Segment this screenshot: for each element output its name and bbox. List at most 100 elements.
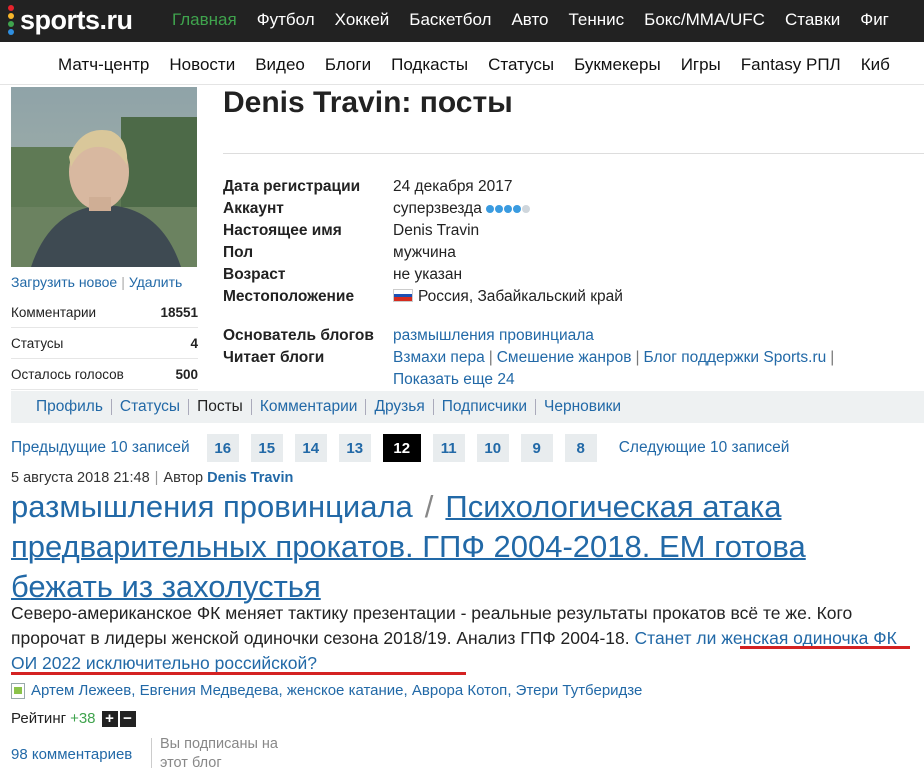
separator: | — [635, 349, 640, 366]
red-underline-annotation — [740, 646, 910, 649]
prev-page-link[interactable]: Предыдущие 10 записей — [11, 439, 190, 457]
sub-nav-item[interactable]: Fantasy РПЛ — [741, 55, 841, 75]
sub-nav-item[interactable]: Блоги — [325, 55, 371, 75]
post-blog-link[interactable]: размышления провинциала — [11, 489, 413, 524]
profile-tab[interactable]: Друзья — [366, 399, 434, 415]
rating-label: Рейтинг — [11, 710, 67, 727]
post-date: 5 августа 2018 21:48 — [11, 470, 150, 486]
sub-nav-item[interactable]: Подкасты — [391, 55, 468, 75]
main-nav-item[interactable]: Авто — [511, 10, 548, 30]
tag-separator: , — [131, 682, 140, 699]
profile-tab[interactable]: Профиль — [11, 399, 112, 415]
profile-tab[interactable]: Статусы — [112, 399, 190, 415]
page-button[interactable]: 11 — [432, 434, 465, 462]
page-button[interactable]: 12 — [382, 434, 421, 462]
read-blog-link[interactable]: Взмахи пера — [393, 349, 485, 366]
sub-nav-item[interactable]: Букмекеры — [574, 55, 661, 75]
level-dot-icon — [522, 205, 531, 213]
vote-down-button[interactable]: − — [119, 710, 136, 727]
profile-tab[interactable]: Комментарии — [252, 399, 367, 415]
profile-tab[interactable]: Черновики — [536, 399, 629, 415]
level-dot-icon — [486, 205, 495, 213]
page-button[interactable]: 9 — [520, 434, 553, 462]
tag-separator: , — [403, 682, 412, 699]
site-logo[interactable]: sports.ru — [8, 4, 133, 36]
subscribed-status: Вы подписаны на этот блог — [160, 736, 278, 771]
red-underline-annotation — [11, 672, 466, 675]
stat-row: Статусы 4 — [11, 328, 198, 359]
sub-nav-item[interactable]: Киб — [861, 55, 890, 75]
info-value: 24 декабря 2017 — [393, 178, 513, 195]
main-nav-item[interactable]: Баскетбол — [409, 10, 491, 30]
tag-link[interactable]: Этери Тутберидзе — [516, 682, 643, 699]
post-lead: Северо-американское ФК меняет тактику пр… — [11, 601, 916, 676]
info-label: Возраст — [223, 266, 286, 284]
tag-link[interactable]: Евгения Медведева — [140, 682, 279, 699]
blogs-label: Читает блоги — [223, 349, 325, 366]
divider — [223, 153, 924, 154]
info-label: Пол — [223, 244, 254, 262]
post-meta: 5 августа 2018 21:48 | Автор Denis Travin — [11, 470, 294, 486]
divider — [151, 738, 152, 768]
logo-text: sports.ru — [20, 4, 133, 35]
rating-value: +38 — [70, 710, 96, 727]
page-button[interactable]: 13 — [338, 434, 371, 462]
profile-tab[interactable]: Подписчики — [434, 399, 536, 415]
stat-label: Комментарии — [11, 304, 97, 320]
read-blog-link[interactable]: Блог поддержки Sports.ru — [643, 349, 826, 366]
page-title: Denis Travin: посты — [223, 86, 513, 119]
main-nav-item[interactable]: Теннис — [569, 10, 625, 30]
author-link[interactable]: Denis Travin — [207, 470, 293, 486]
founder-blog-link[interactable]: размышления провинциала — [393, 327, 594, 344]
main-nav-item[interactable]: Хоккей — [335, 10, 390, 30]
title-separator: / — [424, 489, 434, 524]
upload-new-link[interactable]: Загрузить новое — [11, 274, 117, 290]
info-label: Аккаунт — [223, 200, 284, 217]
stat-label: Статусы — [11, 335, 64, 351]
main-nav-item[interactable]: Фиг — [860, 10, 889, 30]
blogs-label: Основатель блогов — [223, 327, 374, 344]
separator: | — [488, 349, 493, 366]
page-button[interactable]: 15 — [250, 434, 283, 462]
page-button[interactable]: 16 — [206, 434, 239, 462]
blogs-founder-row: Основатель блогов размышления провинциал… — [223, 325, 923, 347]
sub-nav-item[interactable]: Новости — [169, 55, 235, 75]
info-row-registration: Дата регистрации 24 декабря 2017 — [223, 176, 923, 198]
next-page-link[interactable]: Следующие 10 записей — [619, 439, 790, 457]
avatar-actions: Загрузить новое | Удалить — [11, 274, 183, 290]
main-nav-item[interactable]: Бокс/MMA/UFC — [644, 10, 765, 30]
post-title: размышления провинциала / Психологическая … — [11, 487, 916, 607]
separator: | — [830, 349, 835, 366]
post-rating: Рейтинг +38 + − — [11, 710, 138, 727]
sub-nav-item[interactable]: Матч-центр — [58, 55, 149, 75]
tag-link[interactable]: Артем Лежеев — [31, 682, 131, 699]
author-label: Автор — [163, 470, 204, 486]
info-row-gender: Пол мужчина — [223, 242, 923, 264]
main-nav-item[interactable]: Футбол — [257, 10, 315, 30]
sub-nav-item[interactable]: Игры — [681, 55, 721, 75]
read-blog-link[interactable]: Смешение жанров — [497, 349, 632, 366]
page-button[interactable]: 14 — [294, 434, 327, 462]
page-button[interactable]: 8 — [564, 434, 597, 462]
tag-separator: , — [278, 682, 287, 699]
tag-link[interactable]: женское катание — [287, 682, 404, 699]
avatar — [11, 87, 197, 267]
account-level-dots-icon — [486, 198, 531, 220]
sub-nav-item[interactable]: Статусы — [488, 55, 554, 75]
main-nav-item[interactable]: Главная — [172, 10, 237, 30]
tag-link[interactable]: Аврора Котоп — [412, 682, 507, 699]
level-dot-icon — [513, 205, 522, 213]
vote-up-button[interactable]: + — [101, 710, 118, 727]
stat-label: Осталось голосов — [11, 366, 124, 382]
info-label: Местоположение — [223, 288, 355, 306]
page-button[interactable]: 10 — [476, 434, 509, 462]
info-row-realname: Настоящее имя Denis Travin — [223, 220, 923, 242]
info-value: Россия, Забайкальский край — [418, 288, 623, 306]
sub-nav-item[interactable]: Видео — [255, 55, 305, 75]
main-nav-item[interactable]: Ставки — [785, 10, 840, 30]
stat-value: 500 — [175, 366, 198, 382]
comments-link[interactable]: 98 комментариев — [11, 746, 132, 763]
show-more-blogs-link[interactable]: Показать еще 24 — [393, 371, 515, 388]
sub-nav: Матч-центр Новости Видео Блоги Подкасты Стату… — [0, 42, 924, 85]
delete-avatar-link[interactable]: Удалить — [129, 274, 182, 290]
